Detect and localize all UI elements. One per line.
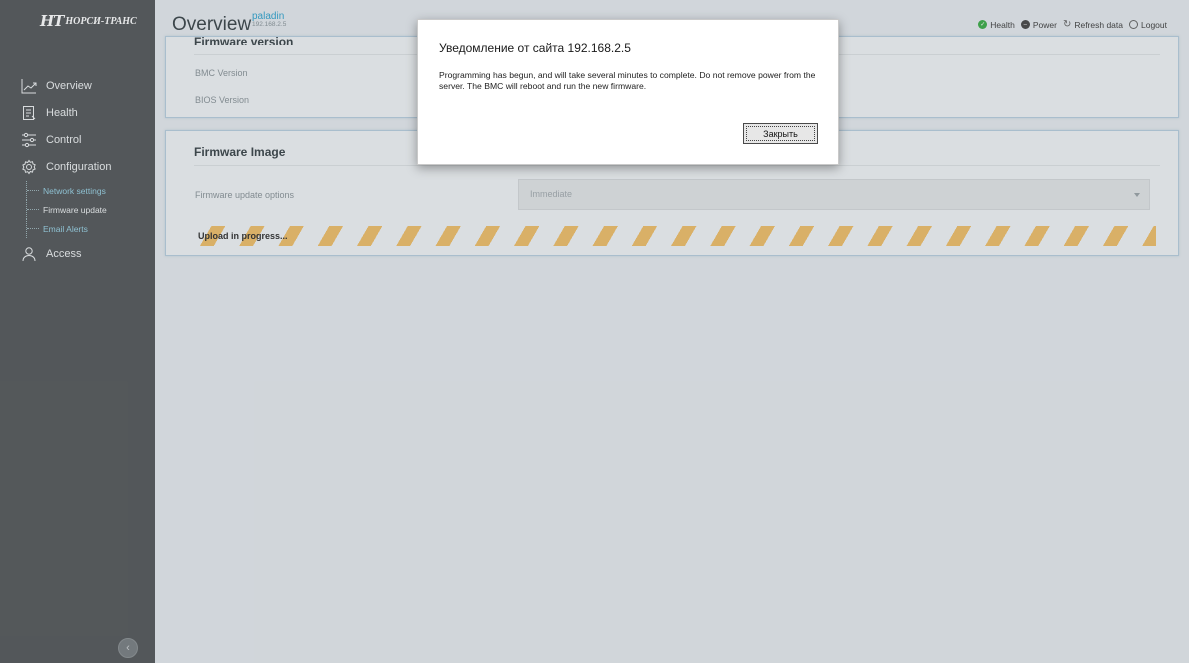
close-button[interactable]: Закрыть: [743, 123, 818, 144]
dialog-message: Programming has begun, and will take sev…: [439, 70, 816, 91]
dialog-title: Уведомление от сайта 192.168.2.5: [439, 41, 631, 55]
alert-dialog: Уведомление от сайта 192.168.2.5 Program…: [417, 19, 839, 165]
